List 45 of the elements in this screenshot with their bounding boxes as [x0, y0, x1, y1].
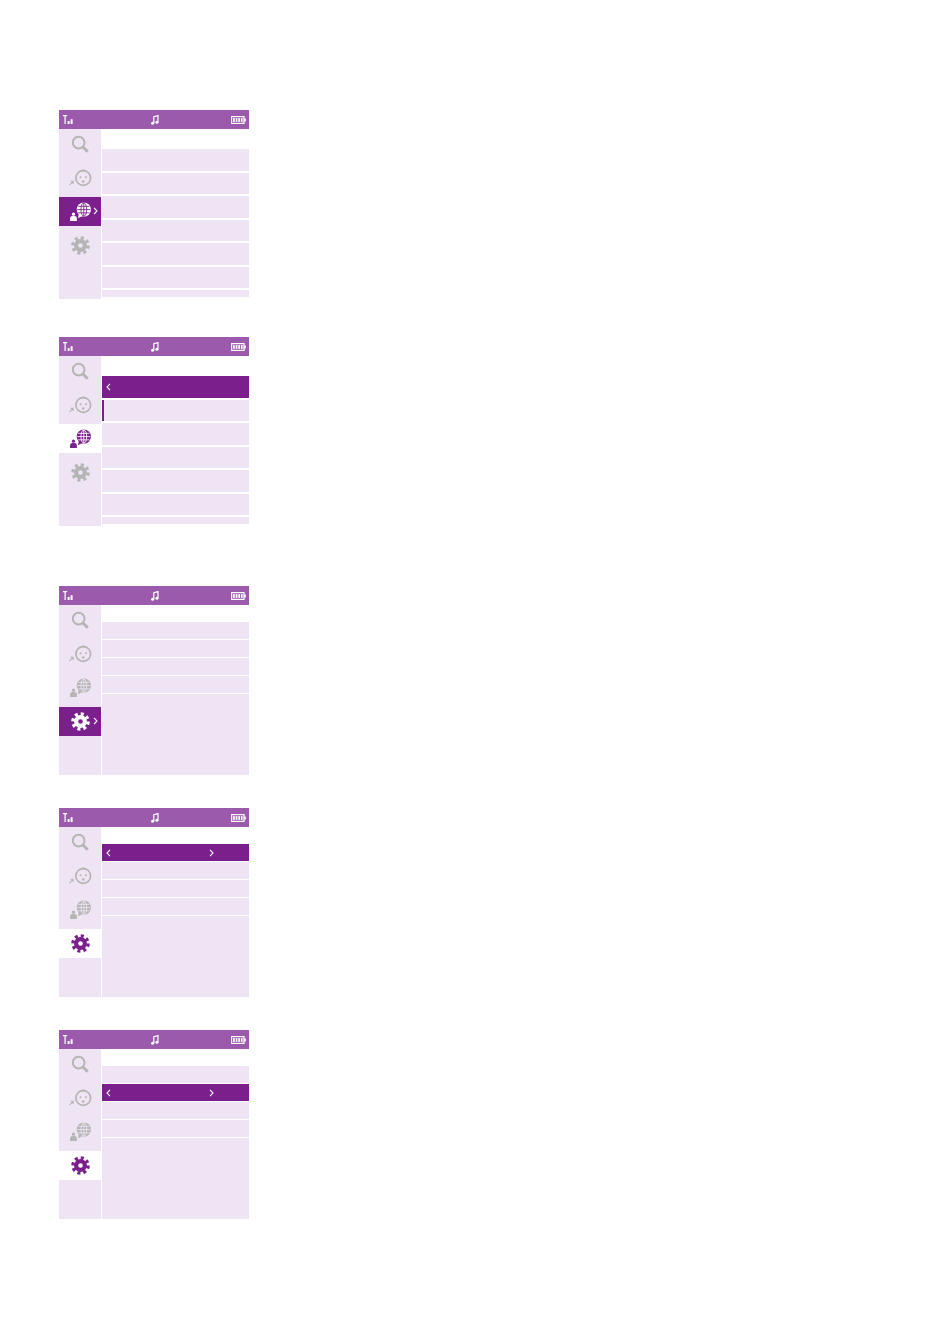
settings-icon: [70, 236, 90, 255]
battery-icon: [231, 1035, 246, 1044]
sidebar-tab[interactable]: [59, 707, 101, 736]
chevron-right-icon: [93, 717, 98, 725]
baby-face-icon: [68, 644, 92, 663]
person-globe-icon: [68, 429, 92, 448]
settings-icon: [70, 934, 90, 953]
sidebar-tab[interactable]: [59, 424, 101, 453]
person-globe-icon: [68, 900, 92, 919]
settings-icon: [70, 463, 90, 482]
person-globe-icon: [68, 202, 92, 221]
baby-face-icon: [68, 1088, 92, 1107]
music-note-icon: [150, 341, 159, 352]
person-globe-icon: [68, 1122, 92, 1141]
music-note-icon: [150, 1034, 159, 1045]
baby-face-icon: [68, 866, 92, 885]
settings-icon: [70, 712, 90, 731]
menu-row[interactable]: [102, 1084, 249, 1102]
search-icon: [71, 832, 89, 851]
person-globe-icon: [68, 678, 92, 697]
search-icon: [71, 1054, 89, 1073]
music-note-icon: [150, 590, 159, 601]
baby-face-icon: [68, 168, 92, 187]
battery-icon: [231, 342, 246, 351]
baby-face-icon: [68, 395, 92, 414]
signal-icon: [63, 115, 74, 124]
menu-row[interactable]: [102, 376, 249, 400]
chevron-right-icon: [93, 207, 98, 215]
battery-icon: [231, 813, 246, 822]
menu-row[interactable]: [102, 844, 249, 862]
search-icon: [71, 134, 89, 153]
sidebar-tab[interactable]: [59, 197, 101, 226]
signal-icon: [63, 813, 74, 822]
signal-icon: [63, 1035, 74, 1044]
signal-icon: [63, 342, 74, 351]
battery-icon: [231, 115, 246, 124]
search-icon: [71, 610, 89, 629]
sidebar-tab[interactable]: [59, 1151, 101, 1180]
sidebar-tab[interactable]: [59, 929, 101, 958]
signal-icon: [63, 591, 74, 600]
settings-icon: [70, 1156, 90, 1175]
music-note-icon: [150, 114, 159, 125]
battery-icon: [231, 591, 246, 600]
music-note-icon: [150, 812, 159, 823]
search-icon: [71, 361, 89, 380]
